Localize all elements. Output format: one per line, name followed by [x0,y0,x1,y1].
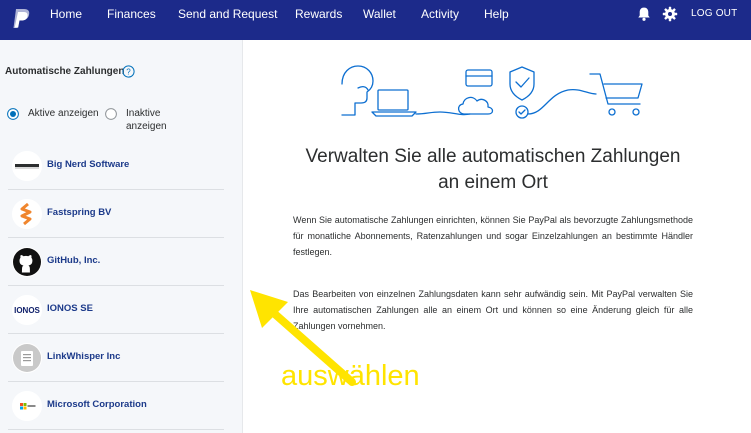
svg-text:IONOS: IONOS [14,306,40,315]
merchant-item-github[interactable]: GitHub, Inc. [8,238,224,286]
nav-activity[interactable]: Activity [421,7,459,21]
automatic-payments-illustration [341,65,643,119]
merchant-name: LinkWhisper Inc [47,351,121,362]
merchant-name: IONOS SE [47,303,93,314]
active-filter-label[interactable]: Aktive anzeigen [28,107,108,120]
nav-home[interactable]: Home [50,7,82,21]
nav-rewards[interactable]: Rewards [295,7,342,21]
inactive-filter-label[interactable]: Inaktive anzeigen [126,107,186,133]
intro-paragraph: Wenn Sie automatische Zahlungen einricht… [293,215,693,257]
merchant-name: Fastspring BV [47,207,112,218]
merchant-name: GitHub, Inc. [47,255,101,266]
fastspring-logo-icon [12,199,42,229]
nav-finances[interactable]: Finances [107,7,156,21]
inactive-filter-radio[interactable] [105,108,117,120]
merchant-item-big-nerd-software[interactable]: Big Nerd Software [8,142,224,190]
svg-text:?: ? [126,67,131,76]
merchant-name: Big Nerd Software [47,159,130,170]
merchant-item-microsoft[interactable]: Microsoft Corporation [8,382,224,430]
active-filter-radio[interactable] [7,108,19,120]
help-icon[interactable]: ? [122,65,135,78]
microsoft-logo-icon [12,391,42,421]
merchant-item-ionos[interactable]: IONOS IONOS SE [8,286,224,334]
merchant-item-linkwhisper[interactable]: LinkWhisper Inc [8,334,224,382]
nav-wallet[interactable]: Wallet [363,7,396,21]
big-nerd-logo-icon [12,151,42,181]
top-navigation: Home Finances Send and Request Rewards W… [0,0,751,40]
nav-send-and-request[interactable]: Send and Request [178,7,277,21]
sidebar-title: Automatische Zahlungen [5,66,125,77]
github-logo-icon [12,247,42,277]
annotation-text: auswählen [281,360,420,392]
merchant-item-fastspring[interactable]: Fastspring BV [8,190,224,238]
bell-icon[interactable] [636,6,652,22]
main-title: Verwalten Sie alle automatischen Zahlung… [305,146,681,193]
nav-help[interactable]: Help [484,7,509,21]
merchant-name: Microsoft Corporation [47,399,147,410]
gear-icon[interactable] [662,6,678,22]
autopay-sidebar: Automatische Zahlungen ? Aktive anzeigen… [0,40,242,433]
paypal-logo[interactable] [10,7,32,31]
linkwhisper-logo-icon [12,343,42,373]
logout-link[interactable]: LOG OUT [691,8,737,19]
ionos-logo-icon: IONOS [12,295,42,325]
